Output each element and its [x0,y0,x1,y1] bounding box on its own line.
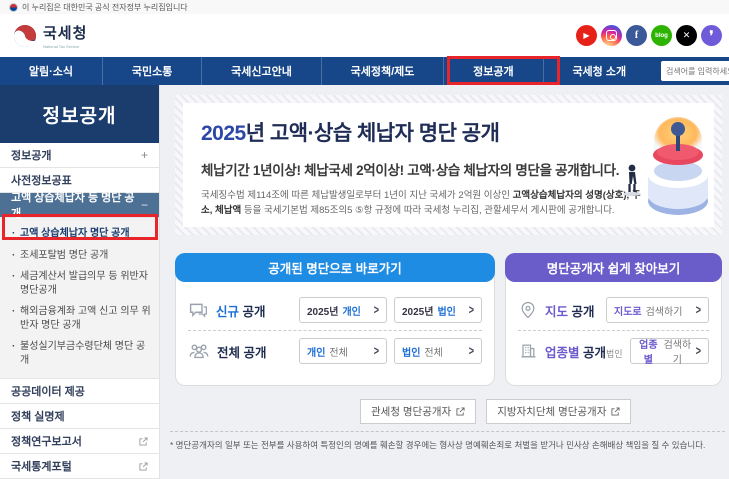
legal-footnote: * 명단공개자의 일부 또는 전부를 사용하여 특정인의 명예를 훼손할 경우에… [170,431,725,451]
search-input[interactable] [661,61,729,81]
btn-individual-all[interactable]: 개인전체 > [299,338,387,364]
sidebar-item-label: 정책연구보고서 [11,433,82,449]
social-links: ▶ f blog ✕ ❜ [576,25,722,46]
chevron-right-icon: > [374,303,379,317]
find-list-header: 명단공개자 쉽게 찾아보기 [505,253,722,282]
external-link-icon [139,462,148,471]
nav-item-communication[interactable]: 국민소통 [102,57,201,85]
page-description: 국세징수법 제114조에 따른 체납발생일로부터 1년이 지난 국세가 2억원 … [201,189,641,218]
sidebar-section-delinquents[interactable]: 고액 상습체납자 등 명단 공개 − [0,193,159,218]
row-label: 업종별 공개법인 [545,342,623,361]
sidebar-item-label: 정보공개 [11,147,51,163]
external-list-links: 관세청 명단공개자 지방자치단체 명단공개자 [360,399,631,424]
sidebar-item-research-report[interactable]: 정책연구보고서 [0,429,159,454]
external-link-icon [139,437,148,446]
sidebar: 정보공개 정보공개 + 사전정보공표 고액 상습체납자 등 명단 공개 − 고액… [0,85,160,479]
instagram-icon[interactable] [601,25,622,46]
logo-title: 국세청 [43,22,87,43]
youtube-icon[interactable]: ▶ [576,25,597,46]
row-label: 신규 공개 [216,301,266,320]
row-label: 지도 공개 [545,301,595,320]
building-icon [518,341,538,361]
nts-logo-icon [13,24,37,48]
chevron-right-icon: > [469,344,474,358]
title-rest: 년 고액·상습 체납자 명단 공개 [246,122,500,145]
main-nav: 알림·소식 국민소통 국세신고안내 국세정책/제도 정보공개 국세청 소개 [0,57,729,85]
customs-list-button[interactable]: 관세청 명단공개자 [360,399,476,424]
plus-icon[interactable]: + [141,148,148,162]
gov-notice-bar: 이 누리집은 대한민국 공식 전자정부 누리집입니다 [0,0,729,14]
title-year: 2025 [201,122,246,145]
x-icon[interactable]: ✕ [676,25,697,46]
btn-search-by-industry[interactable]: 업종별검색하기 > [630,338,709,364]
submenu-item-invoice-violators[interactable]: 세금계산서 발급의무 등 위반자 명단공개 [0,266,159,301]
sidebar-item-label: 정책 실명제 [11,408,65,424]
logo-subtitle: National Tax Service [43,44,87,49]
page-banner: 2025년 고액·상습 체납자 명단 공개 체납기간 1년이상! 체납국세 2억… [175,95,722,235]
chevron-right-icon: > [374,344,379,358]
chevron-right-icon: > [696,303,701,317]
btn-corporate-all[interactable]: 법인전체 > [394,338,482,364]
sidebar-item-label: 공공데이터 제공 [11,383,85,399]
btn-search-by-map[interactable]: 지도로검색하기 > [606,297,709,323]
camera-icon [606,30,617,41]
nav-item-news[interactable]: 알림·소식 [0,57,102,85]
nav-item-tax-guide[interactable]: 국세신고안내 [201,57,321,85]
row-label: 전체 공개 [217,342,267,361]
nav-search [655,57,729,85]
sidebar-item-disclosure[interactable]: 정보공개 + [0,143,159,168]
all-disclosure-row: 전체 공개 개인전체 > 법인전체 > [188,331,482,371]
sidebar-item-statistics-portal[interactable]: 국세통계포털 [0,454,159,479]
sidebar-item-label: 사전정보공표 [11,172,72,188]
map-disclosure-row: 지도 공개 지도로검색하기 > [518,290,709,330]
blog-icon[interactable]: blog [651,25,672,46]
people-group-icon [188,340,210,362]
external-link-icon [611,407,620,416]
map-pin-icon [518,300,538,320]
local-gov-list-button[interactable]: 지방자치단체 명단공개자 [486,399,631,424]
speech-bubble-icon [188,300,209,321]
facebook-icon[interactable]: f [626,25,647,46]
chevron-right-icon: > [469,303,474,317]
korea-flag-icon [9,3,18,12]
siren-illustration [616,105,712,225]
external-link-icon [456,407,465,416]
find-list-card: 명단공개자 쉽게 찾아보기 지도 공개 지도로검색하기 > [505,253,722,386]
chevron-right-icon: > [696,344,701,358]
sidebar-item-policy-realname[interactable]: 정책 실명제 [0,404,159,429]
nav-item-about[interactable]: 국세청 소개 [543,57,655,85]
submenu-item-offshore-violators[interactable]: 해외금융계좌 고액 신고 의무 위반자 명단 공개 [0,301,159,336]
sidebar-submenu: 고액 상습체납자 명단 공개 조세포탈범 명단 공개 세금계산서 발급의무 등 … [0,218,159,379]
quick-links-header: 공개된 명단으로 바로가기 [175,253,495,282]
nts-logo[interactable]: 국세청 National Tax Service [13,22,87,49]
sidebar-title: 정보공개 [0,85,159,143]
gov-notice-text: 이 누리집은 대한민국 공식 전자정부 누리집입니다 [22,2,188,13]
site-header: 국세청 National Tax Service ▶ f blog ✕ ❜ [0,14,729,57]
nav-item-disclosure[interactable]: 정보공개 [443,57,542,85]
submenu-item-high-delinquents[interactable]: 고액 상습체납자 명단 공개 [0,223,159,245]
industry-disclosure-row: 업종별 공개법인 업종별검색하기 > [518,331,709,371]
quick-links-card: 공개된 명단으로 바로가기 신규 공개 2025년개인 > 2025년법인 > [175,253,495,386]
submenu-item-tax-evaders[interactable]: 조세포탈범 명단 공개 [0,245,159,267]
sidebar-item-label: 국세통계포털 [11,458,72,474]
new-disclosure-row: 신규 공개 2025년개인 > 2025년법인 > [188,290,482,330]
nav-item-policy[interactable]: 국세정책/제도 [321,57,444,85]
sidebar-section-label: 고액 상습체납자 등 명단 공개 [11,189,141,221]
submenu-item-bad-charities[interactable]: 불성실기부금수령단체 명단 공개 [0,336,159,371]
minus-icon[interactable]: − [141,198,148,212]
btn-2025-individual[interactable]: 2025년개인 > [299,297,387,323]
kakao-comma-icon[interactable]: ❜ [701,25,722,46]
btn-2025-corporate[interactable]: 2025년법인 > [394,297,482,323]
sidebar-item-open-data[interactable]: 공공데이터 제공 [0,379,159,404]
